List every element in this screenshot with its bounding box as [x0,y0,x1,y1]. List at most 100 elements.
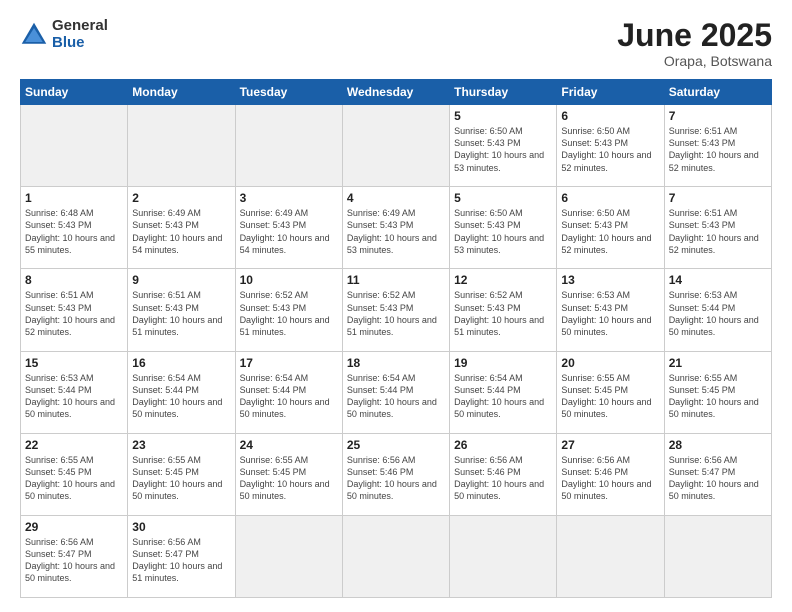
day-number: 6 [561,109,659,123]
day-cell-11: 11 Sunrise: 6:52 AMSunset: 5:43 PMDaylig… [342,269,449,351]
day-number: 28 [669,438,767,452]
day-cell-25: 25 Sunrise: 6:56 AMSunset: 5:46 PMDaylig… [342,433,449,515]
day-cell-9: 9 Sunrise: 6:51 AMSunset: 5:43 PMDayligh… [128,269,235,351]
day-cell-5: 5 Sunrise: 6:50 AMSunset: 5:43 PMDayligh… [450,187,557,269]
day-cell-13: 13 Sunrise: 6:53 AMSunset: 5:43 PMDaylig… [557,269,664,351]
day-number: 19 [454,356,552,370]
calendar-week-1: 1 Sunrise: 6:48 AMSunset: 5:43 PMDayligh… [21,187,772,269]
day-info: Sunrise: 6:50 AMSunset: 5:43 PMDaylight:… [561,207,659,256]
calendar-week-2: 8 Sunrise: 6:51 AMSunset: 5:43 PMDayligh… [21,269,772,351]
day-number: 4 [347,191,445,205]
day-cell-10: 10 Sunrise: 6:52 AMSunset: 5:43 PMDaylig… [235,269,342,351]
day-cell-20: 20 Sunrise: 6:55 AMSunset: 5:45 PMDaylig… [557,351,664,433]
calendar-title: June 2025 [617,18,772,53]
day-number: 7 [669,191,767,205]
day-number: 10 [240,273,338,287]
empty-day-cell [342,105,449,187]
day-info: Sunrise: 6:50 AMSunset: 5:43 PMDaylight:… [454,125,552,174]
day-info: Sunrise: 6:48 AMSunset: 5:43 PMDaylight:… [25,207,123,256]
day-number: 30 [132,520,230,534]
title-block: June 2025 Orapa, Botswana [617,18,772,69]
weekday-header-wednesday: Wednesday [342,80,449,105]
day-info: Sunrise: 6:54 AMSunset: 5:44 PMDaylight:… [454,372,552,421]
day-info: Sunrise: 6:54 AMSunset: 5:44 PMDaylight:… [347,372,445,421]
day-cell-18: 18 Sunrise: 6:54 AMSunset: 5:44 PMDaylig… [342,351,449,433]
day-cell-12: 12 Sunrise: 6:52 AMSunset: 5:43 PMDaylig… [450,269,557,351]
day-info: Sunrise: 6:49 AMSunset: 5:43 PMDaylight:… [240,207,338,256]
day-info: Sunrise: 6:53 AMSunset: 5:44 PMDaylight:… [669,289,767,338]
day-cell-7: 7 Sunrise: 6:51 AMSunset: 5:43 PMDayligh… [664,105,771,187]
day-info: Sunrise: 6:54 AMSunset: 5:44 PMDaylight:… [240,372,338,421]
day-number: 18 [347,356,445,370]
weekday-header-thursday: Thursday [450,80,557,105]
day-cell-3: 3 Sunrise: 6:49 AMSunset: 5:43 PMDayligh… [235,187,342,269]
day-number: 1 [25,191,123,205]
empty-day-cell [342,515,449,597]
day-info: Sunrise: 6:51 AMSunset: 5:43 PMDaylight:… [669,207,767,256]
day-cell-26: 26 Sunrise: 6:56 AMSunset: 5:46 PMDaylig… [450,433,557,515]
day-number: 15 [25,356,123,370]
day-cell-24: 24 Sunrise: 6:55 AMSunset: 5:45 PMDaylig… [235,433,342,515]
day-info: Sunrise: 6:55 AMSunset: 5:45 PMDaylight:… [240,454,338,503]
empty-day-cell [557,515,664,597]
day-cell-16: 16 Sunrise: 6:54 AMSunset: 5:44 PMDaylig… [128,351,235,433]
calendar-table: SundayMondayTuesdayWednesdayThursdayFrid… [20,79,772,598]
day-info: Sunrise: 6:49 AMSunset: 5:43 PMDaylight:… [347,207,445,256]
calendar-header-row: SundayMondayTuesdayWednesdayThursdayFrid… [21,80,772,105]
day-info: Sunrise: 6:51 AMSunset: 5:43 PMDaylight:… [132,289,230,338]
day-info: Sunrise: 6:55 AMSunset: 5:45 PMDaylight:… [25,454,123,503]
day-info: Sunrise: 6:52 AMSunset: 5:43 PMDaylight:… [347,289,445,338]
day-number: 5 [454,191,552,205]
day-cell-8: 8 Sunrise: 6:51 AMSunset: 5:43 PMDayligh… [21,269,128,351]
logo: General Blue [20,18,108,51]
day-cell-23: 23 Sunrise: 6:55 AMSunset: 5:45 PMDaylig… [128,433,235,515]
day-number: 2 [132,191,230,205]
day-info: Sunrise: 6:51 AMSunset: 5:43 PMDaylight:… [25,289,123,338]
empty-day-cell [21,105,128,187]
day-info: Sunrise: 6:56 AMSunset: 5:47 PMDaylight:… [25,536,123,585]
day-number: 26 [454,438,552,452]
day-info: Sunrise: 6:55 AMSunset: 5:45 PMDaylight:… [561,372,659,421]
day-info: Sunrise: 6:56 AMSunset: 5:46 PMDaylight:… [454,454,552,503]
day-cell-7: 7 Sunrise: 6:51 AMSunset: 5:43 PMDayligh… [664,187,771,269]
day-number: 17 [240,356,338,370]
day-number: 24 [240,438,338,452]
day-info: Sunrise: 6:52 AMSunset: 5:43 PMDaylight:… [240,289,338,338]
weekday-header-tuesday: Tuesday [235,80,342,105]
logo-text: General Blue [52,18,108,51]
day-cell-4: 4 Sunrise: 6:49 AMSunset: 5:43 PMDayligh… [342,187,449,269]
day-cell-15: 15 Sunrise: 6:53 AMSunset: 5:44 PMDaylig… [21,351,128,433]
general-blue-icon [20,21,48,49]
day-info: Sunrise: 6:51 AMSunset: 5:43 PMDaylight:… [669,125,767,174]
empty-day-cell [235,105,342,187]
day-number: 12 [454,273,552,287]
day-number: 21 [669,356,767,370]
empty-day-cell [664,515,771,597]
weekday-header-friday: Friday [557,80,664,105]
empty-day-cell [128,105,235,187]
day-number: 16 [132,356,230,370]
day-cell-30: 30 Sunrise: 6:56 AMSunset: 5:47 PMDaylig… [128,515,235,597]
day-info: Sunrise: 6:53 AMSunset: 5:43 PMDaylight:… [561,289,659,338]
day-cell-6: 6 Sunrise: 6:50 AMSunset: 5:43 PMDayligh… [557,105,664,187]
day-info: Sunrise: 6:50 AMSunset: 5:43 PMDaylight:… [454,207,552,256]
day-info: Sunrise: 6:55 AMSunset: 5:45 PMDaylight:… [669,372,767,421]
day-number: 23 [132,438,230,452]
day-number: 3 [240,191,338,205]
day-number: 8 [25,273,123,287]
day-info: Sunrise: 6:56 AMSunset: 5:47 PMDaylight:… [669,454,767,503]
day-cell-21: 21 Sunrise: 6:55 AMSunset: 5:45 PMDaylig… [664,351,771,433]
day-cell-19: 19 Sunrise: 6:54 AMSunset: 5:44 PMDaylig… [450,351,557,433]
day-info: Sunrise: 6:53 AMSunset: 5:44 PMDaylight:… [25,372,123,421]
day-cell-22: 22 Sunrise: 6:55 AMSunset: 5:45 PMDaylig… [21,433,128,515]
calendar-week-0: 5 Sunrise: 6:50 AMSunset: 5:43 PMDayligh… [21,105,772,187]
day-number: 27 [561,438,659,452]
day-number: 14 [669,273,767,287]
day-cell-5: 5 Sunrise: 6:50 AMSunset: 5:43 PMDayligh… [450,105,557,187]
weekday-header-saturday: Saturday [664,80,771,105]
weekday-header-monday: Monday [128,80,235,105]
logo-general: General [52,18,108,35]
empty-day-cell [235,515,342,597]
day-cell-27: 27 Sunrise: 6:56 AMSunset: 5:46 PMDaylig… [557,433,664,515]
day-cell-14: 14 Sunrise: 6:53 AMSunset: 5:44 PMDaylig… [664,269,771,351]
